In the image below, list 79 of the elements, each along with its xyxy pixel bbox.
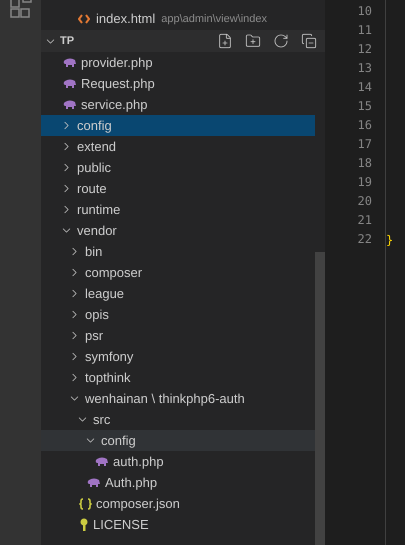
file-name: composer.json <box>96 494 180 513</box>
folder-item[interactable]: config <box>41 115 315 136</box>
folder-item[interactable]: public <box>41 157 315 178</box>
file-name: public <box>77 158 111 177</box>
file-name: composer <box>85 264 142 282</box>
new-file-icon[interactable] <box>217 33 233 49</box>
file-name: topthink <box>85 368 131 387</box>
line-number: 14 <box>358 79 372 96</box>
file-name: psr <box>85 326 104 345</box>
file-name: config <box>77 116 112 135</box>
line-number: 19 <box>358 174 372 191</box>
file-item[interactable]: LICENSE <box>41 514 315 535</box>
folder-item[interactable]: src <box>41 409 315 430</box>
file-name: bin <box>85 242 102 261</box>
file-name: runtime <box>77 200 120 219</box>
file-name: config <box>101 432 136 450</box>
line-number: 17 <box>358 136 372 153</box>
folder-item[interactable]: route <box>41 178 315 199</box>
braces-icon <box>79 498 92 510</box>
file-name: wenhainan \ thinkphp6-auth <box>85 390 245 408</box>
new-folder-icon[interactable] <box>245 33 261 49</box>
file-name: provider.php <box>81 54 153 72</box>
file-item[interactable]: Auth.php <box>41 472 315 493</box>
elephant-icon <box>63 100 77 110</box>
file-name: Auth.php <box>105 474 158 492</box>
file-name: league <box>85 284 124 303</box>
line-number: 12 <box>358 41 372 58</box>
elephant-icon <box>95 456 109 466</box>
file-item[interactable]: provider.php <box>41 52 315 73</box>
elephant-icon <box>87 478 101 488</box>
line-number: 18 <box>358 155 372 172</box>
line-number: 11 <box>358 22 372 39</box>
line-number: 13 <box>358 60 372 77</box>
scrollbar[interactable] <box>315 252 325 545</box>
folder-item[interactable]: bin <box>41 241 315 262</box>
file-name: symfony <box>85 348 134 366</box>
folder-item[interactable]: config <box>41 430 315 451</box>
elephant-icon <box>63 78 77 88</box>
file-item[interactable]: auth.php <box>41 451 315 472</box>
folder-item[interactable]: league <box>41 283 315 304</box>
file-item[interactable]: composer.json <box>41 493 315 514</box>
elephant-icon <box>63 58 77 68</box>
folder-item[interactable]: runtime <box>41 199 315 220</box>
open-editor-item[interactable]: index.html app\admin\view\index <box>41 8 325 30</box>
line-number: 16 <box>358 117 372 134</box>
line-number: 15 <box>358 98 372 115</box>
file-item[interactable]: Request.php <box>41 73 315 94</box>
angle-brackets-icon <box>78 14 90 24</box>
folder-item[interactable]: symfony <box>41 346 315 367</box>
folder-item[interactable]: topthink <box>41 367 315 388</box>
extensions-icon[interactable] <box>8 0 32 18</box>
refresh-icon[interactable] <box>273 33 289 49</box>
folder-item[interactable]: extend <box>41 136 315 157</box>
file-name: service.php <box>81 96 148 114</box>
folder-item[interactable]: opis <box>41 304 315 325</box>
line-number: 21 <box>358 212 372 229</box>
file-item[interactable]: service.php <box>41 94 315 115</box>
file-name: auth.php <box>113 452 164 471</box>
folder-item[interactable]: vendor <box>41 220 315 241</box>
line-number: 10 <box>358 3 372 20</box>
folder-item[interactable]: composer <box>41 262 315 283</box>
file-path: app\admin\view\index <box>161 12 268 27</box>
line-number: 20 <box>358 193 372 210</box>
file-name: vendor <box>77 222 117 240</box>
code-text: } <box>386 232 394 248</box>
file-name: LICENSE <box>93 516 149 534</box>
file-name: src <box>93 410 110 429</box>
file-name: route <box>77 180 107 198</box>
explorer-header[interactable]: TP <box>41 30 325 52</box>
folder-item[interactable]: psr <box>41 325 315 346</box>
key-icon <box>79 518 89 531</box>
file-name: extend <box>77 138 116 156</box>
folder-title: TP <box>60 34 74 49</box>
collapse-icon[interactable] <box>301 33 317 49</box>
file-name: index.html <box>96 10 156 28</box>
line-number: 22 <box>358 231 372 248</box>
file-name: Request.php <box>81 74 155 93</box>
file-name: opis <box>85 306 109 324</box>
folder-item[interactable]: wenhainan \ thinkphp6-auth <box>41 388 315 409</box>
